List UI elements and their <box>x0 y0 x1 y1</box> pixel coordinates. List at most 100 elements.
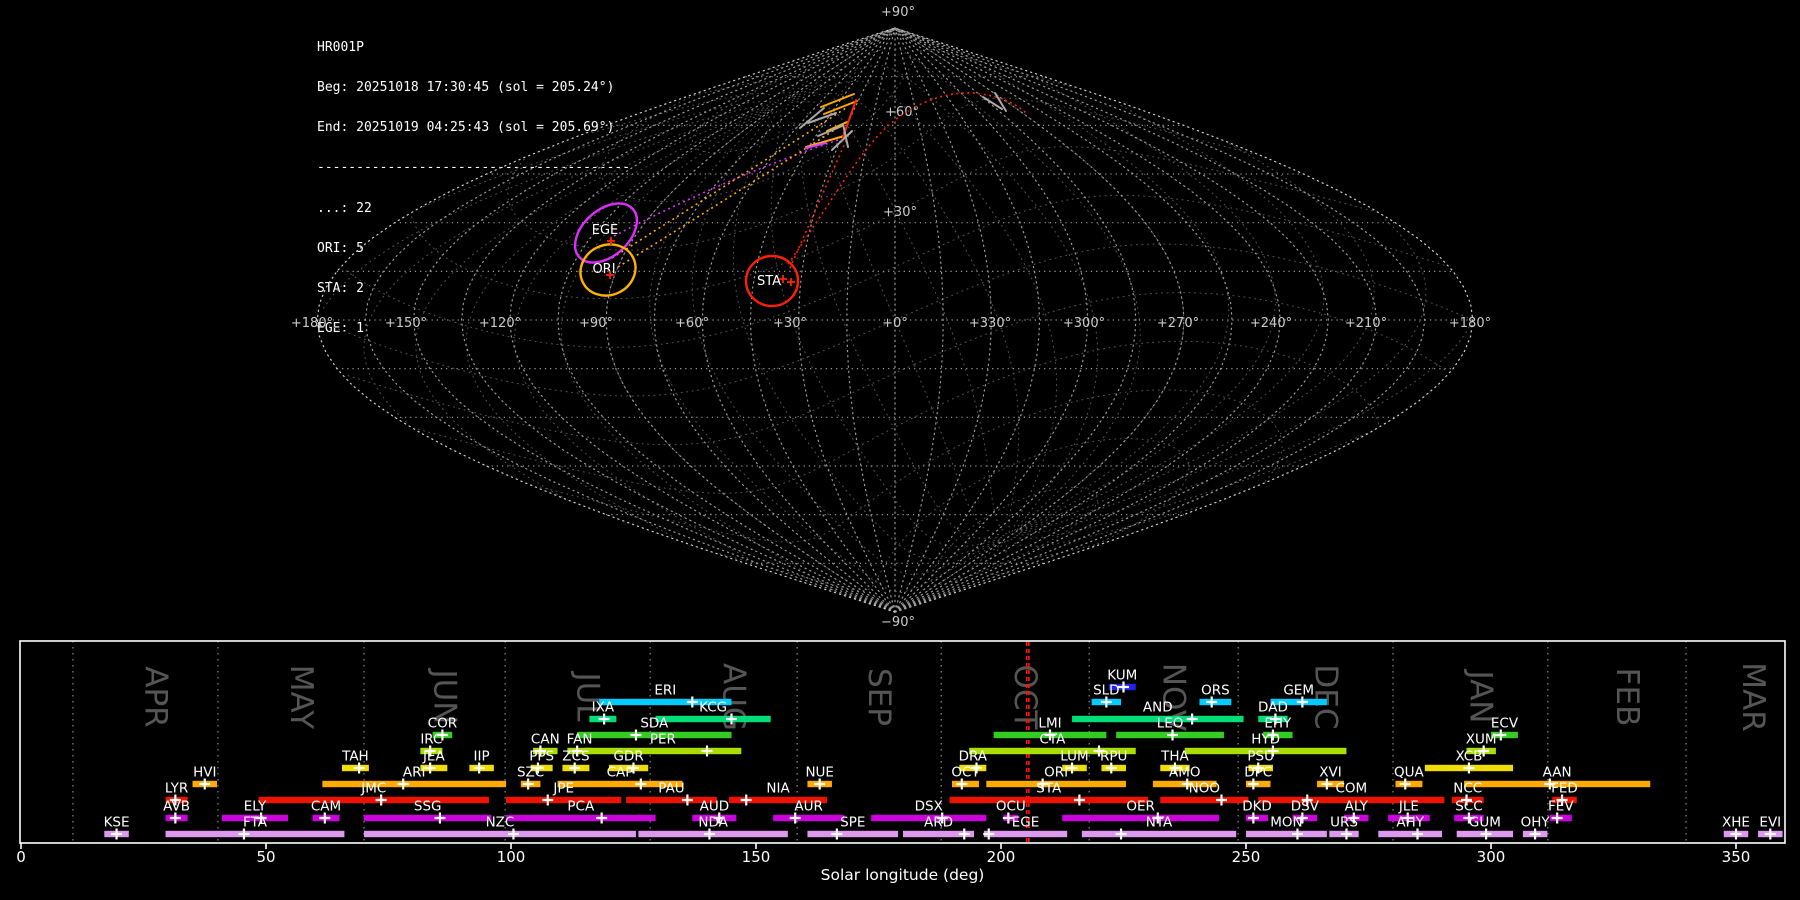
shower-code-label: GUM <box>1469 815 1501 831</box>
meteor-radiant-screen: HR001P Beg: 20251018 17:30:45 (sol = 205… <box>0 0 1800 900</box>
plot-canvas: +90°−90°+60°+30°+180°+150°+120°+90°+60°+… <box>0 0 1800 900</box>
shower-code-label: LUM <box>1060 749 1088 765</box>
longitude-label: +330° <box>969 316 1011 331</box>
shower-code-label: PCA <box>567 799 595 815</box>
shower-code-label: DKD <box>1242 799 1272 815</box>
x-tick-label: 0 <box>16 848 26 866</box>
shower-NUE: NUE <box>805 765 834 790</box>
radiant-label: EGE <box>592 223 619 238</box>
longitude-label: +120° <box>479 316 521 331</box>
shower-activity-bar <box>364 831 636 837</box>
shower-code-label: EVI <box>1759 815 1781 831</box>
longitude-label: +180° <box>291 316 333 331</box>
shower-code-label: NDA <box>698 815 728 831</box>
shower-DKD: DKD <box>1242 799 1272 824</box>
shower-code-label: ALY <box>1345 799 1369 815</box>
shower-OHY: OHY <box>1521 815 1551 840</box>
shower-XHE: XHE <box>1722 815 1750 840</box>
shower-code-label: CAP <box>607 765 634 781</box>
shower-RPU: RPU <box>1100 749 1127 774</box>
shower-ZCS: ZCS <box>562 749 589 774</box>
meteor-trail <box>790 134 849 268</box>
shower-FEV: FEV <box>1548 799 1574 824</box>
pole-label: +90° <box>881 5 915 20</box>
shower-code-label: RPU <box>1100 749 1127 765</box>
shower-code-label: QUA <box>1394 765 1425 781</box>
shower-code-label: KSE <box>104 815 130 831</box>
shower-code-label: OHY <box>1521 815 1551 831</box>
shower-code-label: HYD <box>1251 732 1280 748</box>
shower-code-label: AHY <box>1396 815 1424 831</box>
shower-code-label: IXA <box>592 700 615 716</box>
shower-code-label: JLE <box>1398 799 1419 815</box>
shower-activity-bar <box>1062 815 1219 821</box>
shower-code-label: XHE <box>1722 815 1750 831</box>
shower-peak-marker <box>959 829 970 840</box>
shower-URS: URS <box>1329 815 1358 840</box>
longitude-label: +60° <box>675 316 709 331</box>
shower-code-label: COM <box>1335 781 1367 797</box>
shower-HVI: HVI <box>193 765 218 790</box>
shower-activity-bar <box>364 815 491 821</box>
shower-SLD: SLD <box>1092 683 1121 708</box>
shower-code-label: LMI <box>1038 716 1061 732</box>
shower-code-label: AND <box>1143 700 1173 716</box>
shower-code-label: DSV <box>1291 799 1320 815</box>
shower-peak-marker <box>542 795 553 806</box>
shower-peak-marker <box>702 746 713 757</box>
shower-code-label: ERI <box>654 683 676 699</box>
shower-code-label: LEO <box>1157 716 1184 732</box>
longitude-label: +240° <box>1250 316 1292 331</box>
shower-code-label: XCB <box>1455 749 1482 765</box>
shower-KSE: KSE <box>104 815 130 840</box>
shower-code-label: SDA <box>640 716 669 732</box>
shower-TAH: TAH <box>341 749 369 774</box>
shower-code-label: DRA <box>959 749 988 765</box>
shower-code-label: GDR <box>613 749 643 765</box>
shower-code-label: SSG <box>414 799 442 815</box>
shower-code-label: DAD <box>1258 700 1288 716</box>
shower-activity-bar <box>773 815 844 821</box>
shower-code-label: KUM <box>1107 668 1137 684</box>
shower-activity-bar <box>950 797 1148 803</box>
shower-code-label: OCU <box>996 799 1026 815</box>
x-axis: 050100150200250300350Solar longitude (de… <box>16 843 1750 884</box>
shower-activity-bar <box>322 781 506 787</box>
shower-code-label: AVB <box>163 799 190 815</box>
longitude-label: +30° <box>773 316 807 331</box>
shower-code-label: XUM <box>1466 732 1497 748</box>
shower-code-label: CTA <box>1040 732 1067 748</box>
shower-peak-marker <box>983 829 994 840</box>
shower-ORS: ORS <box>1199 683 1231 708</box>
shower-QUA: QUA <box>1394 765 1425 790</box>
shower-code-label: CAM <box>311 799 341 815</box>
shower-code-label: ECV <box>1491 716 1519 732</box>
meteor-trail <box>618 120 850 267</box>
shower-CAM: CAM <box>311 799 341 824</box>
shower-activity-bar <box>1378 831 1442 837</box>
shower-activity-bar <box>984 831 1067 837</box>
x-tick-label: 250 <box>1232 848 1261 866</box>
shower-peak-marker <box>1074 795 1085 806</box>
shower-code-label: LYR <box>165 781 188 797</box>
shower-code-label: COR <box>428 716 457 732</box>
shower-code-label: OCT <box>951 765 980 781</box>
shower-code-label: TAH <box>341 749 369 765</box>
longitude-label: +150° <box>385 316 427 331</box>
latitude-label: +30° <box>883 205 917 220</box>
shower-code-label: THA <box>1160 749 1189 765</box>
meteor-tracks-solid <box>800 93 1006 150</box>
shower-code-label: JEA <box>422 749 446 765</box>
shower-code-label: OER <box>1126 799 1155 815</box>
shower-code-label: FAN <box>567 732 593 748</box>
shower-code-label: PER <box>650 732 676 748</box>
shower-code-label: NUE <box>805 765 834 781</box>
longitude-label: +0° <box>882 316 908 331</box>
shower-EVI: EVI <box>1758 815 1783 840</box>
meteor-track <box>832 131 852 150</box>
shower-peak-marker <box>741 795 752 806</box>
month-label: SEP <box>861 668 897 726</box>
shower-OCT: OCT <box>951 765 980 790</box>
shower-AHY: AHY <box>1378 815 1442 840</box>
x-tick-label: 350 <box>1722 848 1751 866</box>
